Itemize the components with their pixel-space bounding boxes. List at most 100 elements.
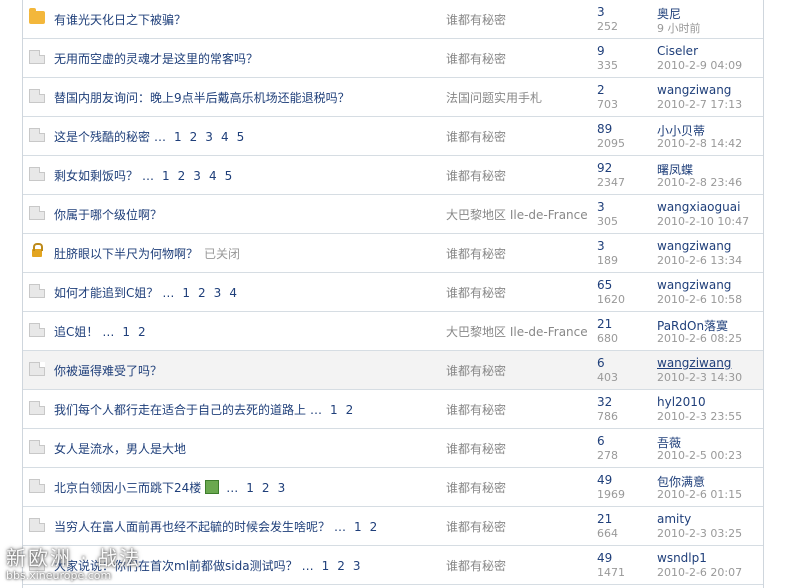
page-link[interactable]: 2 bbox=[198, 286, 206, 300]
thread-title-link[interactable]: 追C姐！ bbox=[54, 325, 98, 339]
page-link[interactable]: 5 bbox=[225, 169, 233, 183]
last-poster-link[interactable]: Ciseler bbox=[657, 44, 698, 58]
thread-row[interactable]: 如何才能追到C姐？ … 1 2 3 4 谁都有秘密 65 1620 wangziwang 2010-… bbox=[23, 273, 763, 312]
forum-name[interactable]: 大巴黎地区 Ile-de-France bbox=[446, 323, 596, 340]
page-link[interactable]: 1 bbox=[330, 403, 338, 417]
page-link[interactable]: 1 bbox=[322, 559, 330, 573]
forum-name[interactable]: 谁都有秘密 bbox=[446, 50, 596, 67]
forum-name[interactable]: 谁都有秘密 bbox=[446, 440, 596, 457]
forum-name[interactable]: 谁都有秘密 bbox=[446, 245, 596, 262]
forum-name[interactable]: 谁都有秘密 bbox=[446, 479, 596, 496]
thread-title-link[interactable]: 这是个残酷的秘密 bbox=[54, 130, 150, 144]
thread-title-link[interactable]: 无用而空虚的灵魂才是这里的常客吗？ bbox=[54, 52, 258, 66]
last-poster-link[interactable]: wangziwang bbox=[657, 278, 731, 292]
forum-name[interactable]: 谁都有秘密 bbox=[446, 401, 596, 418]
last-post-time[interactable]: 2010-2-9 04:09 bbox=[657, 59, 742, 72]
page-link[interactable]: 2 bbox=[262, 481, 270, 495]
view-count: 1620 bbox=[597, 293, 625, 306]
last-poster-link[interactable]: wangziwang bbox=[657, 239, 731, 253]
last-poster-link[interactable]: hyl2010 bbox=[657, 395, 706, 409]
thread-row[interactable]: 北京白领因小三而跳下24楼… 1 2 3 谁都有秘密 49 1969 包你满意 2010-2-6… bbox=[23, 468, 763, 507]
last-post-time[interactable]: 2010-2-6 01:15 bbox=[657, 488, 742, 501]
forum-name[interactable]: 谁都有秘密 bbox=[446, 557, 596, 574]
last-post-time[interactable]: 2010-2-6 13:34 bbox=[657, 254, 742, 267]
thread-title-link[interactable]: 替国内朋友询问：晚上9点半后戴高乐机场还能退税吗？ bbox=[54, 91, 350, 105]
page-link[interactable]: 4 bbox=[221, 130, 229, 144]
thread-row[interactable]: 这是个残酷的秘密… 1 2 3 4 5 谁都有秘密 89 2095 小小贝蒂 2010-2-8 14… bbox=[23, 117, 763, 156]
thread-row[interactable]: 肚脐眼以下半尺为何物啊？ 已关闭 谁都有秘密 3 189 wangziwang 2010-2… bbox=[23, 234, 763, 273]
thread-title-link[interactable]: 当穷人在富人面前再也经不起毓的时候会发生啥呢？ bbox=[54, 520, 330, 534]
forum-name[interactable]: 大巴黎地区 Ile-de-France bbox=[446, 206, 596, 223]
thread-row[interactable]: 有谁光天化日之下被骗？ 谁都有秘密 3 252 奥尼 9 小时前 bbox=[23, 0, 763, 39]
thread-title-link[interactable]: 北京白领因小三而跳下24楼 bbox=[54, 481, 201, 495]
page-link[interactable]: 1 bbox=[354, 520, 362, 534]
page-link[interactable]: 5 bbox=[237, 130, 245, 144]
image-attachment-icon bbox=[205, 480, 220, 494]
page-links: … 1 2 3 bbox=[226, 481, 286, 495]
thread-row[interactable]: 替国内朋友询问：晚上9点半后戴高乐机场还能退税吗？ 法国问题实用手札 2 703 wan… bbox=[23, 78, 763, 117]
last-post-time[interactable]: 2010-2-10 10:47 bbox=[657, 215, 749, 228]
page-link[interactable]: 2 bbox=[337, 559, 345, 573]
page-link[interactable]: 4 bbox=[229, 286, 237, 300]
page-link[interactable]: 2 bbox=[370, 520, 378, 534]
thread-row[interactable]: 追C姐！… 1 2 大巴黎地区 Ile-de-France 21 680 PaRdOn落寞 2… bbox=[23, 312, 763, 351]
thread-title-link[interactable]: 我们每个人都行走在适合于自己的去死的道路上 bbox=[54, 403, 306, 417]
forum-name[interactable]: 谁都有秘密 bbox=[446, 128, 596, 145]
page-link[interactable]: 1 bbox=[174, 130, 182, 144]
last-poster-link[interactable]: wangxiaoguai bbox=[657, 200, 740, 214]
forum-name[interactable]: 谁都有秘密 bbox=[446, 167, 596, 184]
forum-name[interactable]: 谁都有秘密 bbox=[446, 11, 596, 28]
last-post-time[interactable]: 2010-2-7 17:13 bbox=[657, 98, 742, 111]
page-link[interactable]: 1 bbox=[182, 286, 190, 300]
thread-row[interactable]: 当穷人在富人面前再也经不起毓的时候会发生啥呢？… 1 2 谁都有秘密 21 664 amit… bbox=[23, 507, 763, 546]
forum-name[interactable]: 谁都有秘密 bbox=[446, 284, 596, 301]
page-link[interactable]: 3 bbox=[205, 130, 213, 144]
page-link[interactable]: 1 bbox=[162, 169, 170, 183]
thread-title-link[interactable]: 有谁光天化日之下被骗？ bbox=[54, 13, 186, 27]
last-post-time[interactable]: 2010-2-6 20:07 bbox=[657, 566, 742, 579]
last-post-time[interactable]: 2010-2-3 03:25 bbox=[657, 527, 742, 540]
last-post-time[interactable]: 2010-2-3 14:30 bbox=[657, 371, 742, 384]
page-link[interactable]: 2 bbox=[346, 403, 354, 417]
thread-title-link[interactable]: 你属于哪个级位啊？ bbox=[54, 208, 162, 222]
doc-icon bbox=[29, 362, 45, 376]
last-post-time[interactable]: 2010-2-8 14:42 bbox=[657, 137, 742, 150]
page-link[interactable]: 3 bbox=[193, 169, 201, 183]
page-link[interactable]: 1 bbox=[246, 481, 254, 495]
thread-row[interactable]: 剩女如剩饭吗？… 1 2 3 4 5 谁都有秘密 92 2347 曙凤蝶 2010-2-8 23:4… bbox=[23, 156, 763, 195]
page-link[interactable]: 3 bbox=[214, 286, 222, 300]
thread-title-link[interactable]: 女人是流水，男人是大地 bbox=[54, 442, 186, 456]
forum-name[interactable]: 谁都有秘密 bbox=[446, 518, 596, 535]
view-count: 1969 bbox=[597, 488, 625, 501]
last-poster-link[interactable]: amity bbox=[657, 512, 691, 526]
thread-row[interactable]: 女人是流水，男人是大地 谁都有秘密 6 278 吾薇 2010-2-5 00:23 bbox=[23, 429, 763, 468]
last-post-time[interactable]: 2010-2-3 23:55 bbox=[657, 410, 742, 423]
reply-count: 9 bbox=[597, 44, 605, 58]
forum-name[interactable]: 法国问题实用手札 bbox=[446, 89, 596, 106]
thread-title-link[interactable]: 你被逼得难受了吗？ bbox=[54, 364, 162, 378]
last-poster-link[interactable]: wsndlp1 bbox=[657, 551, 707, 565]
last-post-time[interactable]: 2010-2-6 10:58 bbox=[657, 293, 742, 306]
forum-name[interactable]: 谁都有秘密 bbox=[446, 362, 596, 379]
page-link[interactable]: 1 bbox=[122, 325, 130, 339]
thread-row[interactable]: 无用而空虚的灵魂才是这里的常客吗？ 谁都有秘密 9 335 Ciseler 2010-2-… bbox=[23, 39, 763, 78]
page-link[interactable]: 4 bbox=[209, 169, 217, 183]
last-post-time[interactable]: 2010-2-5 00:23 bbox=[657, 449, 742, 462]
page-link[interactable]: 2 bbox=[138, 325, 146, 339]
thread-title-link[interactable]: 如何才能追到C姐？ bbox=[54, 286, 158, 300]
thread-row[interactable]: 我们每个人都行走在适合于自己的去死的道路上 … 1 2 谁都有秘密 32 786 hyl201… bbox=[23, 390, 763, 429]
last-poster-link[interactable]: wangziwang bbox=[657, 83, 731, 97]
thread-row[interactable]: 你被逼得难受了吗？ 谁都有秘密 6 403 wangziwang 2010-2-3 14:… bbox=[23, 351, 763, 390]
thread-row[interactable]: 你属于哪个级位啊？ 大巴黎地区 Ile-de-France 3 305 wangxiao… bbox=[23, 195, 763, 234]
page-link[interactable]: 3 bbox=[278, 481, 286, 495]
page-link[interactable]: 2 bbox=[178, 169, 186, 183]
reply-count: 2 bbox=[597, 83, 605, 97]
last-poster-link[interactable]: wangziwang bbox=[657, 356, 731, 370]
thread-title-link[interactable]: 肚脐眼以下半尺为何物啊？ bbox=[54, 247, 198, 261]
last-post-time[interactable]: 9 小时前 bbox=[657, 20, 701, 36]
thread-title-link[interactable]: 剩女如剩饭吗？ bbox=[54, 169, 138, 183]
last-post-time[interactable]: 2010-2-6 08:25 bbox=[657, 332, 742, 345]
page-link[interactable]: 3 bbox=[353, 559, 361, 573]
last-post-time[interactable]: 2010-2-8 23:46 bbox=[657, 176, 742, 189]
page-link[interactable]: 2 bbox=[190, 130, 198, 144]
